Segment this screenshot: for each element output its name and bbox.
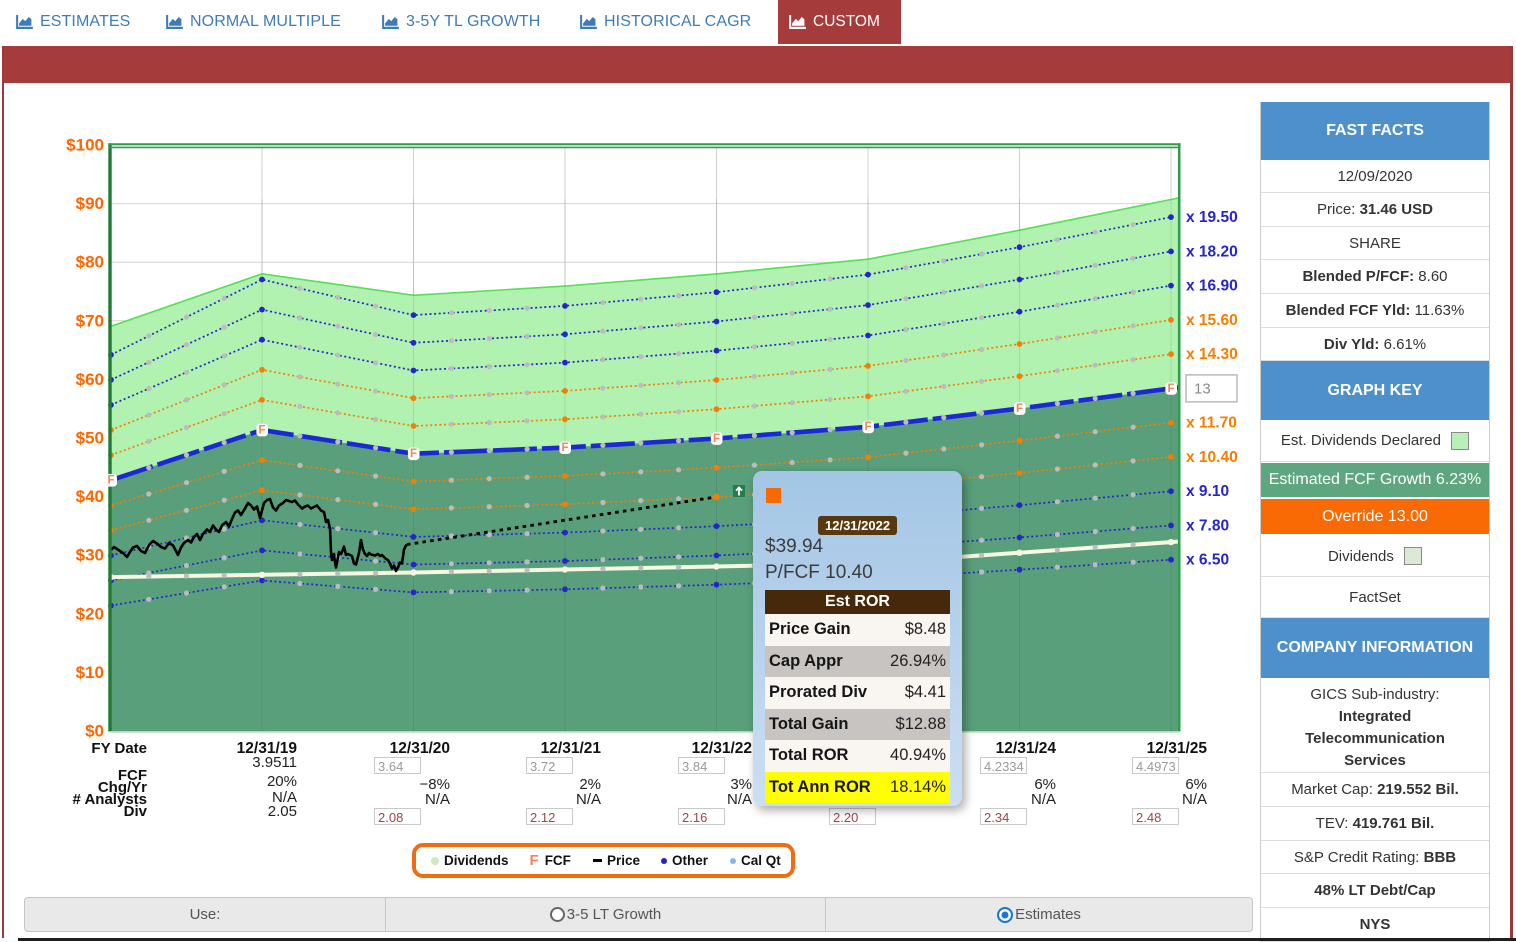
svg-text:$100: $100 [66, 136, 104, 155]
svg-text:x 9.10: x 9.10 [1186, 483, 1229, 500]
svg-text:x 14.30: x 14.30 [1186, 346, 1238, 363]
svg-text:x 11.70: x 11.70 [1186, 415, 1237, 432]
svg-text:$10: $10 [76, 663, 104, 682]
svg-text:F: F [561, 442, 568, 454]
svg-text:F: F [107, 475, 114, 487]
svg-text:$90: $90 [76, 194, 104, 213]
svg-text:x 18.20: x 18.20 [1186, 243, 1238, 260]
svg-text:F: F [713, 433, 720, 445]
svg-text:F: F [1016, 403, 1023, 415]
svg-text:$20: $20 [76, 604, 104, 623]
svg-text:F: F [410, 448, 417, 460]
svg-text:$30: $30 [76, 546, 104, 565]
svg-text:x 16.90: x 16.90 [1186, 278, 1238, 295]
svg-text:$60: $60 [76, 370, 104, 389]
svg-text:x 15.60: x 15.60 [1186, 312, 1238, 329]
svg-text:13: 13 [1194, 380, 1211, 397]
svg-text:$70: $70 [76, 311, 104, 330]
svg-text:$0: $0 [85, 722, 104, 741]
svg-text:x 19.50: x 19.50 [1186, 209, 1238, 226]
svg-text:$50: $50 [76, 429, 104, 448]
svg-text:x 6.50: x 6.50 [1186, 552, 1229, 569]
svg-text:$40: $40 [76, 487, 104, 506]
svg-text:$80: $80 [76, 253, 104, 272]
svg-text:F: F [258, 424, 265, 436]
svg-text:F: F [864, 421, 871, 433]
svg-text:x 7.80: x 7.80 [1186, 517, 1229, 534]
svg-text:F: F [1167, 383, 1174, 395]
svg-text:x 10.40: x 10.40 [1186, 449, 1238, 466]
